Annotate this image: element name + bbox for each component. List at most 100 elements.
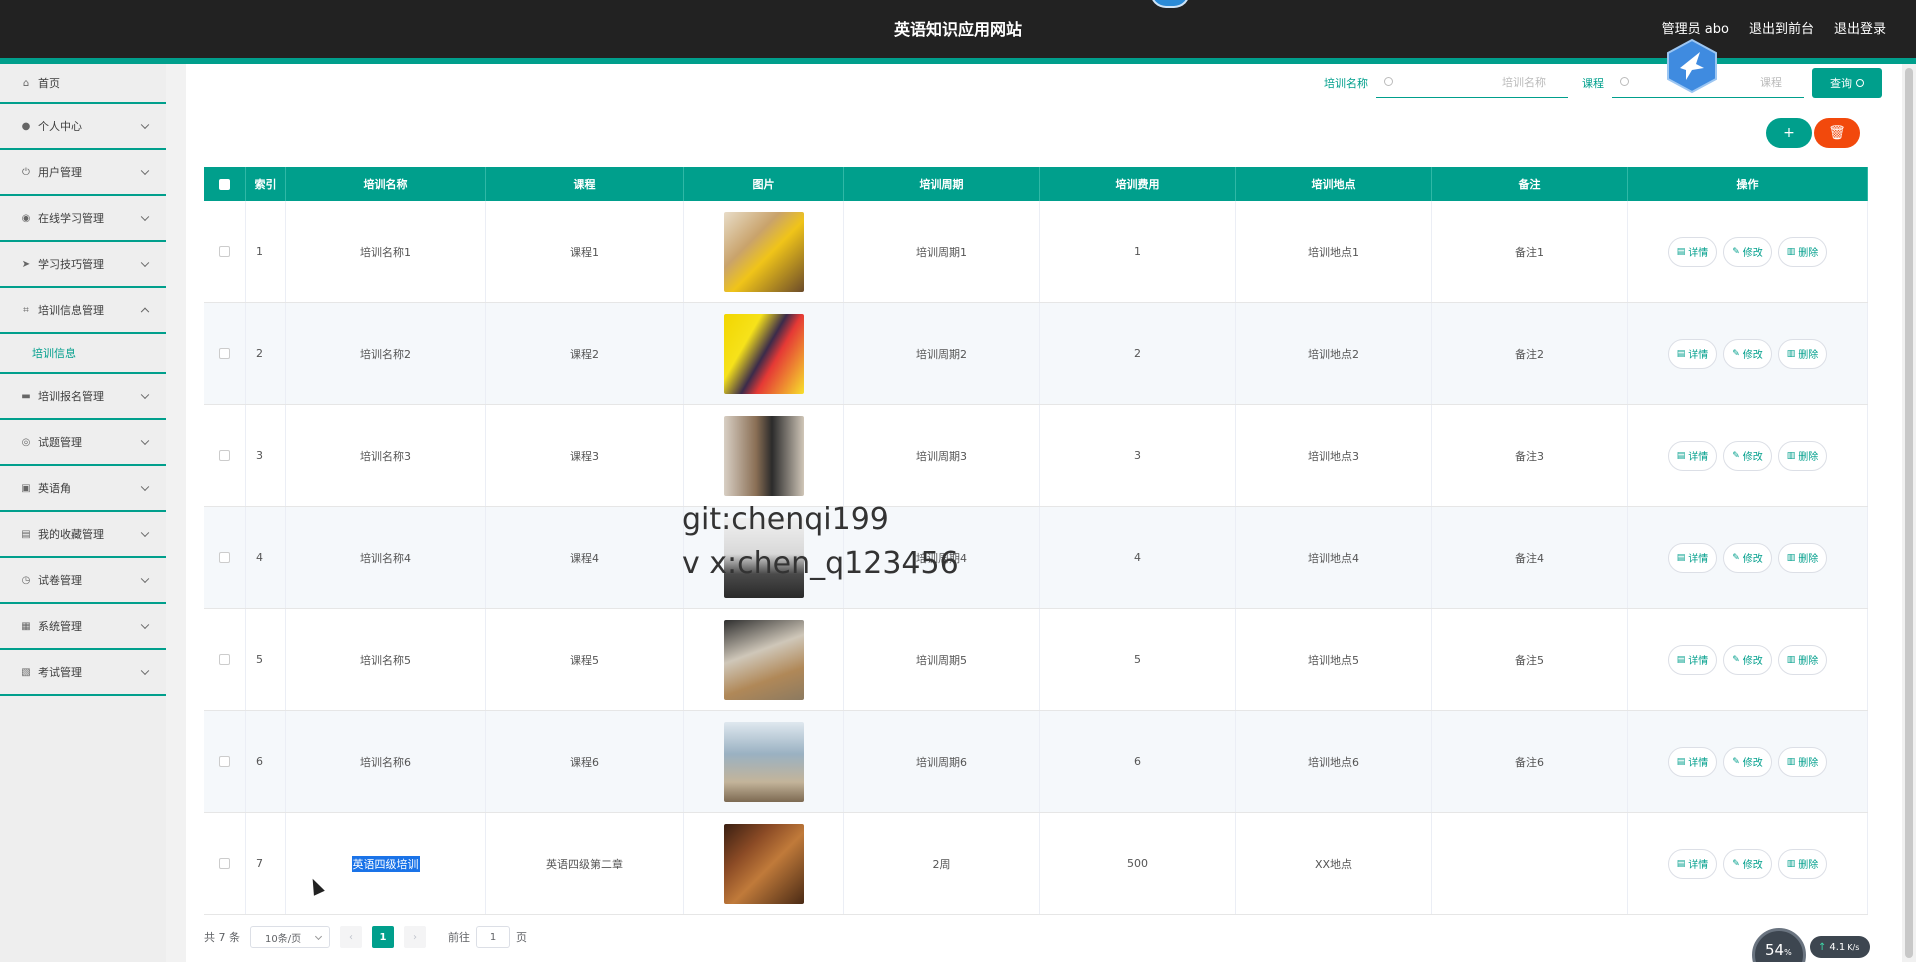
sidebar-item-favorites[interactable]: ▤ 我的收藏管理 — [0, 512, 166, 558]
training-thumbnail — [723, 313, 804, 394]
sidebar-item-user-management[interactable]: ⏻ 用户管理 — [0, 150, 166, 196]
sidebar-item-label: 试卷管理 — [38, 574, 82, 587]
detail-button[interactable]: ▤ 详情 — [1667, 746, 1718, 777]
sidebar-item-training-info[interactable]: ⌗ 培训信息管理 — [0, 288, 166, 334]
row-checkbox[interactable] — [219, 450, 230, 461]
column-header: 培训地点 — [1236, 167, 1432, 201]
table-row: 6 培训名称6 课程6 培训周期6 6 培训地点6 备注6 ▤ 详情 ✎ 修改 ▥ 删… — [204, 711, 1868, 813]
sidebar-subitem-training-info[interactable]: 培训信息 — [0, 334, 166, 374]
row-checkbox[interactable] — [219, 348, 230, 359]
delete-button[interactable]: ▥ 删除 — [1777, 848, 1828, 879]
delete-button[interactable]: ▥ 删除 — [1777, 644, 1828, 675]
row-checkbox[interactable] — [219, 858, 230, 869]
row-place: 培训地点4 — [1236, 507, 1432, 608]
delete-button[interactable]: ▥ 删除 — [1777, 746, 1828, 777]
delete-label: 删除 — [1798, 758, 1819, 769]
edit-button[interactable]: ✎ 修改 — [1723, 338, 1772, 369]
sidebar-item-label: 考试管理 — [38, 666, 82, 679]
logout-link[interactable]: 退出登录 — [1834, 18, 1886, 37]
chevron-down-icon — [140, 166, 150, 176]
edit-button[interactable]: ✎ 修改 — [1723, 542, 1772, 573]
detail-label: 详情 — [1688, 248, 1709, 259]
row-checkbox[interactable] — [219, 654, 230, 665]
sidebar-item-english-corner[interactable]: ▣ 英语角 — [0, 466, 166, 512]
delete-button[interactable]: ▥ 删除 — [1777, 440, 1828, 471]
edit-button[interactable]: ✎ 修改 — [1723, 236, 1772, 267]
page-number-button[interactable]: 1 — [372, 926, 394, 948]
column-header: 图片 — [684, 167, 844, 201]
goto-page-input[interactable] — [476, 926, 510, 948]
sidebar-item-home[interactable]: ⌂ 首页 — [0, 64, 166, 104]
detail-label: 详情 — [1688, 758, 1709, 769]
add-button[interactable]: + — [1766, 118, 1812, 148]
chevron-down-icon — [140, 482, 150, 492]
row-training-name: 培训名称1 — [286, 201, 486, 302]
sidebar-item-study-tips[interactable]: ➤ 学习技巧管理 — [0, 242, 166, 288]
detail-button[interactable]: ▤ 详情 — [1667, 644, 1718, 675]
row-index: 7 — [246, 813, 286, 914]
sidebar-item-system[interactable]: ▦ 系统管理 — [0, 604, 166, 650]
sidebar-item-exams[interactable]: ▧ 考试管理 — [0, 650, 166, 696]
delete-button[interactable]: ▥ 删除 — [1777, 236, 1828, 267]
row-training-name-cell: 英语四级培训 — [286, 813, 486, 914]
edit-label: 修改 — [1742, 656, 1763, 667]
edit-button[interactable]: ✎ 修改 — [1723, 848, 1772, 879]
page-scrollbar[interactable] — [1902, 64, 1916, 962]
row-index: 5 — [246, 609, 286, 710]
row-checkbox[interactable] — [219, 246, 230, 257]
sidebar-item-training-signup[interactable]: ▬ 培训报名管理 — [0, 374, 166, 420]
row-select-cell — [204, 813, 246, 914]
delete-button[interactable]: ▥ 删除 — [1777, 338, 1828, 369]
edit-button[interactable]: ✎ 修改 — [1723, 440, 1772, 471]
sidebar-item-exam-papers[interactable]: ◷ 试卷管理 — [0, 558, 166, 604]
row-period: 培训周期3 — [844, 405, 1040, 506]
row-checkbox[interactable] — [219, 756, 230, 767]
batch-delete-button[interactable]: 🗑 — [1814, 118, 1860, 148]
row-note: 备注3 — [1432, 405, 1628, 506]
sidebar-item-question-bank[interactable]: ◎ 试题管理 — [0, 420, 166, 466]
row-actions: ▤ 详情 ✎ 修改 ▥ 删除 — [1628, 813, 1868, 914]
query-button[interactable]: 查询 — [1812, 68, 1882, 98]
course-input[interactable] — [1612, 68, 1804, 97]
edit-button[interactable]: ✎ 修改 — [1723, 644, 1772, 675]
row-select-cell — [204, 201, 246, 302]
pencil-icon: ✎ — [1732, 246, 1740, 257]
sidebar-item-personal-center[interactable]: ● 个人中心 — [0, 104, 166, 150]
table-row: 5 培训名称5 课程5 培训周期5 5 培训地点5 备注5 ▤ 详情 ✎ 修改 ▥ 删… — [204, 609, 1868, 711]
sidebar-item-online-learning[interactable]: ◉ 在线学习管理 — [0, 196, 166, 242]
goto-label: 前往 — [448, 931, 470, 944]
pencil-icon: ✎ — [1732, 756, 1740, 767]
column-header: 索引 — [246, 167, 286, 201]
detail-button[interactable]: ▤ 详情 — [1667, 236, 1718, 267]
training-name-input[interactable] — [1376, 68, 1568, 97]
detail-button[interactable]: ▤ 详情 — [1667, 848, 1718, 879]
row-actions: ▤ 详情 ✎ 修改 ▥ 删除 — [1628, 507, 1868, 608]
delete-button[interactable]: ▥ 删除 — [1777, 542, 1828, 573]
detail-label: 详情 — [1688, 350, 1709, 361]
detail-label: 详情 — [1688, 554, 1709, 565]
course-label: 课程 — [1582, 77, 1604, 90]
row-checkbox[interactable] — [219, 552, 230, 563]
chevron-down-icon — [140, 120, 150, 130]
next-page-button[interactable]: › — [404, 926, 426, 948]
row-select-cell — [204, 609, 246, 710]
detail-button[interactable]: ▤ 详情 — [1667, 542, 1718, 573]
column-header: 备注 — [1432, 167, 1628, 201]
prev-page-button[interactable]: ‹ — [340, 926, 362, 948]
row-index: 3 — [246, 405, 286, 506]
row-image-cell — [684, 813, 844, 914]
scrollbar-thumb[interactable] — [1905, 68, 1913, 958]
send-icon: ➤ — [21, 258, 31, 270]
globe-icon: ◎ — [21, 436, 31, 448]
row-index: 4 — [246, 507, 286, 608]
edit-label: 修改 — [1742, 554, 1763, 565]
row-note: 备注4 — [1432, 507, 1628, 608]
go-frontend-link[interactable]: 退出到前台 — [1749, 18, 1814, 37]
page-size-select[interactable]: 10条/页 — [250, 926, 330, 948]
edit-button[interactable]: ✎ 修改 — [1723, 746, 1772, 777]
detail-button[interactable]: ▤ 详情 — [1667, 338, 1718, 369]
detail-button[interactable]: ▤ 详情 — [1667, 440, 1718, 471]
row-training-name: 培训名称4 — [286, 507, 486, 608]
row-place: 培训地点5 — [1236, 609, 1432, 710]
select-all-checkbox[interactable] — [219, 178, 230, 190]
